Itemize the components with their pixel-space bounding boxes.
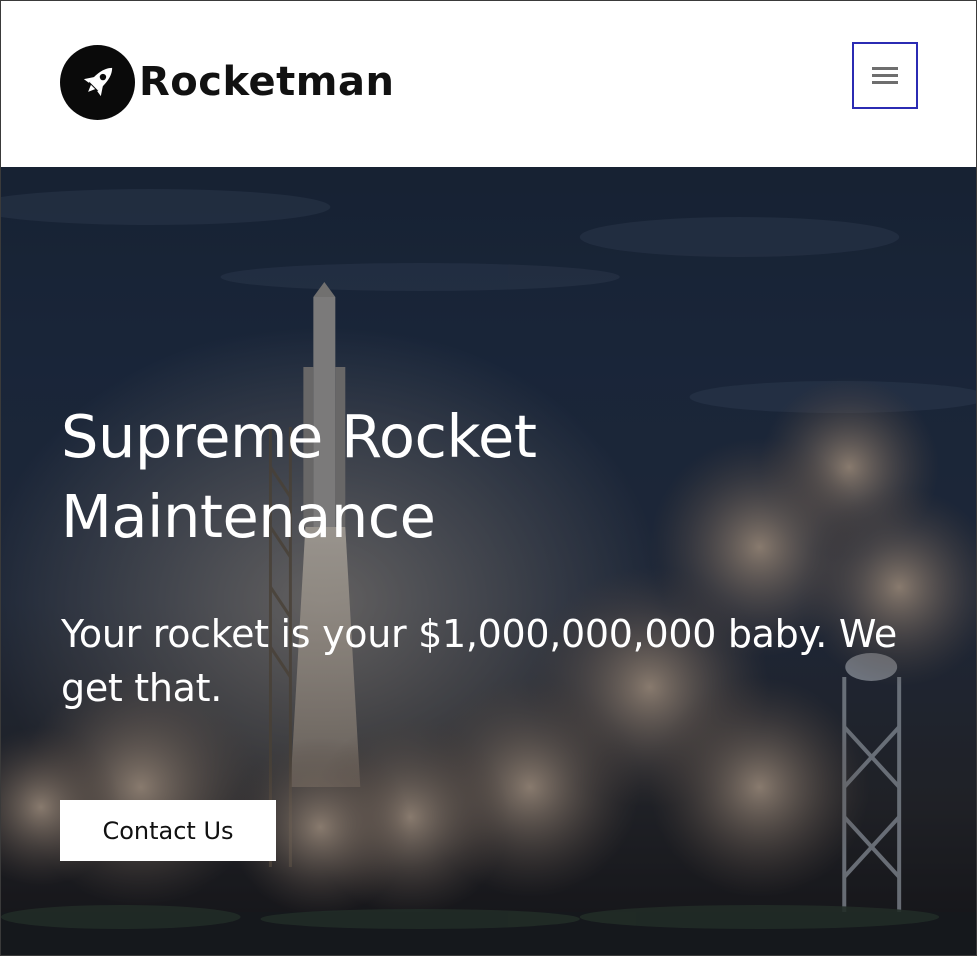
rocket-icon [60,44,135,120]
hamburger-bar [872,81,898,84]
hero-title: Supreme Rocket Maintenance [61,402,537,551]
hero-subtitle: Your rocket is your $1,000,000,000 baby.… [61,612,897,710]
hero-section: Supreme Rocket Maintenance Your rocket i… [1,167,976,955]
browser-viewport: Rocketman Supreme Rocket Maintenance You… [0,0,977,956]
contact-us-button[interactable]: Contact Us [60,800,276,861]
brand-name: Rocketman [139,59,395,105]
site-header: Rocketman [1,1,976,167]
hamburger-bar [872,74,898,77]
brand-logo-link[interactable]: Rocketman [60,44,394,120]
menu-toggle-button[interactable] [852,42,918,109]
hamburger-menu-icon [872,67,898,70]
